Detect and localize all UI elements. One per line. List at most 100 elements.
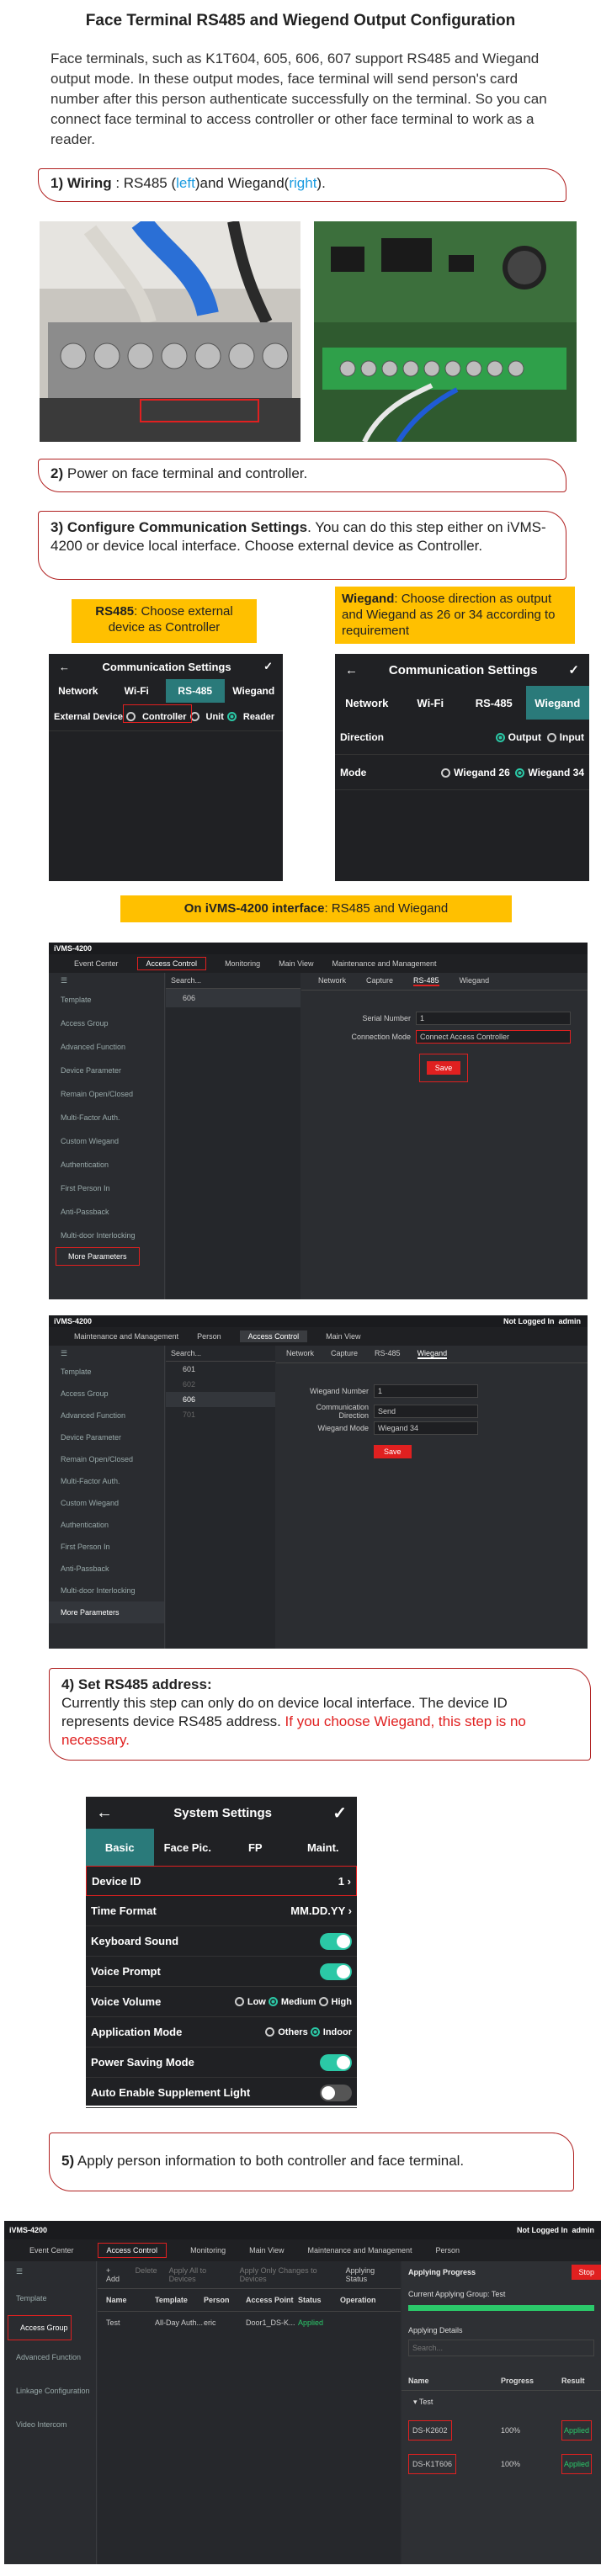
save-button[interactable]: Save [374, 1445, 412, 1458]
side-template[interactable]: Template [49, 1361, 164, 1383]
tab-rs485[interactable]: RS-485 [462, 686, 526, 720]
side-more-parameters[interactable]: More Parameters [49, 1601, 164, 1623]
reader-radio[interactable] [226, 712, 237, 721]
wiegand26-radio[interactable] [441, 767, 451, 778]
side-template[interactable]: Template [4, 2281, 96, 2315]
nav-event-center[interactable]: Event Center [74, 959, 119, 968]
side-device-parameter[interactable]: Device Parameter [49, 1426, 164, 1448]
tab-network[interactable]: Network [49, 679, 108, 703]
nav-main-view[interactable]: Main View [279, 959, 313, 968]
side-more-parameters[interactable]: More Parameters [56, 1247, 140, 1266]
time-format-row[interactable]: Time Format MM.DD.YY › [86, 1896, 357, 1926]
tab-rs485[interactable]: RS-485 [413, 976, 439, 986]
device-id-row[interactable]: Device ID 1 › [86, 1866, 357, 1896]
side-video-intercom[interactable]: Video Intercom [4, 2408, 96, 2441]
login-status[interactable]: Not Logged In [517, 2226, 568, 2234]
menu-icon[interactable]: ☰ [49, 1346, 164, 1361]
group-row[interactable]: ▾ Test [402, 2391, 601, 2414]
input-radio[interactable] [546, 732, 556, 742]
nav-maintenance[interactable]: Maintenance and Management [307, 2246, 412, 2255]
back-arrow-icon[interactable]: ← [59, 661, 70, 673]
applying-status-button[interactable]: Applying Status [346, 2266, 392, 2283]
side-multi-factor[interactable]: Multi-Factor Auth. [49, 1470, 164, 1492]
side-anti-passback[interactable]: Anti-Passback [49, 1558, 164, 1580]
confirm-check-icon[interactable]: ✓ [568, 662, 579, 677]
tab-rs485[interactable]: RS-485 [166, 679, 225, 703]
details-search[interactable]: Search... [408, 2340, 594, 2356]
wiegand-number-select[interactable]: 1 [374, 1384, 478, 1398]
supplement-light-toggle[interactable] [320, 2084, 352, 2101]
tab-rs485[interactable]: RS-485 [375, 1349, 401, 1359]
tab-network[interactable]: Network [335, 686, 399, 720]
login-status[interactable]: Not Logged In [503, 1317, 555, 1325]
tab-wiegand[interactable]: Wiegand [460, 976, 490, 986]
side-first-person[interactable]: First Person In [49, 1536, 164, 1558]
user-name[interactable]: admin [558, 1317, 581, 1325]
nav-access-control[interactable]: Access Control [239, 1330, 308, 1342]
side-multi-factor[interactable]: Multi-Factor Auth. [49, 1106, 164, 1129]
wiegand-mode-select[interactable]: Wiegand 34 [374, 1421, 478, 1435]
wiegand34-radio[interactable] [515, 767, 525, 778]
output-radio[interactable] [495, 732, 505, 742]
tab-network[interactable]: Network [318, 976, 346, 986]
tab-wiegand[interactable]: Wiegand [525, 686, 589, 720]
side-interlocking[interactable]: Multi-door Interlocking [49, 1224, 164, 1247]
nav-access-control[interactable]: Access Control [136, 957, 207, 970]
tab-wifi[interactable]: Wi-Fi [108, 679, 167, 703]
side-anti-passback[interactable]: Anti-Passback [49, 1200, 164, 1224]
tab-face-pic[interactable]: Face Pic. [154, 1829, 222, 1866]
device-item[interactable]: 606 [166, 1392, 275, 1407]
side-authentication[interactable]: Authentication [49, 1514, 164, 1536]
side-device-parameter[interactable]: Device Parameter [49, 1059, 164, 1082]
side-linkage[interactable]: Linkage Configuration [4, 2374, 96, 2408]
nav-person[interactable]: Person [436, 2246, 460, 2255]
save-button[interactable]: Save [426, 1061, 461, 1075]
nav-monitoring[interactable]: Monitoring [225, 959, 260, 968]
tab-maint[interactable]: Maint. [290, 1829, 358, 1866]
delete-button[interactable]: Delete [136, 2266, 157, 2283]
device-search[interactable]: Search... [166, 973, 300, 989]
nav-maintenance[interactable]: Maintenance and Management [332, 959, 436, 968]
nav-main-view[interactable]: Main View [249, 2246, 284, 2255]
keyboard-sound-toggle[interactable] [320, 1932, 352, 1950]
menu-icon[interactable]: ☰ [49, 973, 164, 988]
device-search[interactable]: Search... [166, 1346, 275, 1362]
side-access-group[interactable]: Access Group [49, 1012, 164, 1035]
back-arrow-icon[interactable]: ← [345, 663, 358, 677]
tab-fp[interactable]: FP [221, 1829, 290, 1866]
tab-basic[interactable]: Basic [86, 1829, 154, 1866]
side-custom-wiegand[interactable]: Custom Wiegand [49, 1129, 164, 1153]
mode-indoor-radio[interactable] [310, 2027, 320, 2037]
side-remain-open[interactable]: Remain Open/Closed [49, 1082, 164, 1106]
tab-wiegand[interactable]: Wiegand [417, 1349, 448, 1359]
side-remain-open[interactable]: Remain Open/Closed [49, 1448, 164, 1470]
volume-medium-radio[interactable] [268, 1997, 278, 2007]
side-access-group[interactable]: Access Group [49, 1383, 164, 1405]
user-name[interactable]: admin [572, 2226, 594, 2234]
side-access-group[interactable]: Access Group [8, 2315, 72, 2340]
nav-monitoring[interactable]: Monitoring [190, 2246, 226, 2255]
back-arrow-icon[interactable]: ← [96, 1803, 113, 1823]
tab-capture[interactable]: Capture [366, 976, 393, 986]
apply-changes-button[interactable]: Apply Only Changes to Devices [240, 2266, 334, 2283]
tab-network[interactable]: Network [286, 1349, 314, 1359]
add-button[interactable]: + Add [106, 2266, 124, 2283]
side-custom-wiegand[interactable]: Custom Wiegand [49, 1492, 164, 1514]
tab-capture[interactable]: Capture [331, 1349, 358, 1359]
connection-mode-select[interactable]: Connect Access Controller [416, 1030, 571, 1044]
serial-number-select[interactable]: 1 [416, 1012, 571, 1025]
nav-main-view[interactable]: Main View [326, 1332, 360, 1341]
side-interlocking[interactable]: Multi-door Interlocking [49, 1580, 164, 1601]
device-item[interactable]: 701 [166, 1407, 275, 1422]
side-advanced-function[interactable]: Advanced Function [4, 2340, 96, 2374]
comm-direction-select[interactable]: Send [374, 1405, 478, 1418]
side-advanced-function[interactable]: Advanced Function [49, 1405, 164, 1426]
device-item[interactable]: 601 [166, 1362, 275, 1377]
apply-all-button[interactable]: Apply All to Devices [169, 2266, 228, 2283]
table-row[interactable]: Test All-Day Auth... eric Door1_DS-K... Appl… [98, 2312, 401, 2334]
nav-event-center[interactable]: Event Center [29, 2246, 74, 2255]
side-template[interactable]: Template [49, 988, 164, 1012]
tab-wifi[interactable]: Wi-Fi [399, 686, 463, 720]
volume-high-radio[interactable] [318, 1997, 328, 2007]
stop-button[interactable]: Stop [572, 2265, 601, 2280]
